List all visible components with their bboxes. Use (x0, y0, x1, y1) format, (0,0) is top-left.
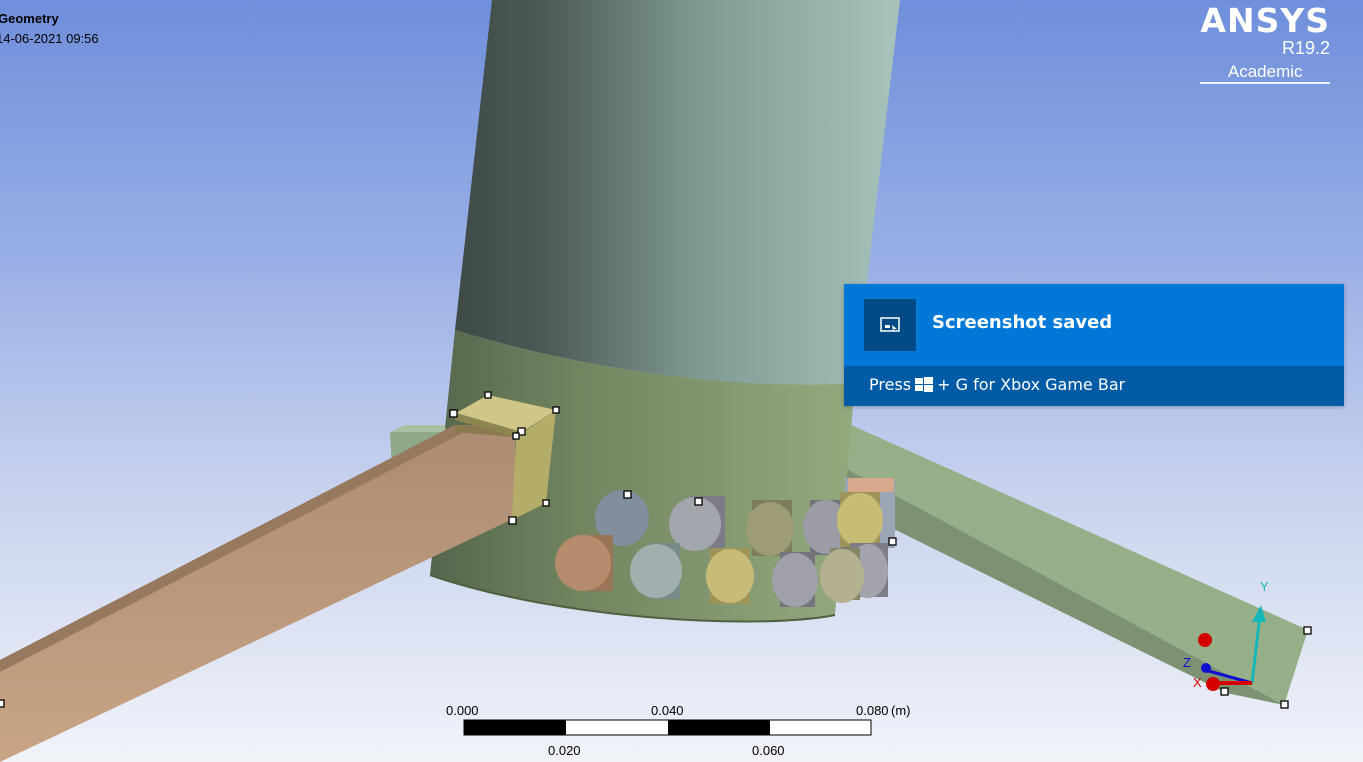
logo-edition: Academic (1200, 62, 1330, 84)
scale-label-060: 0.060 (752, 743, 785, 758)
screenshot-icon (864, 299, 916, 351)
viewport-timestamp: 14-06-2021 09:56 (0, 31, 99, 46)
toast-message-suffix: + G for Xbox Game Bar (937, 375, 1126, 394)
triad-x-label: X (1193, 675, 1202, 690)
ansys-logo: ANSYS R19.2 Academic (1200, 2, 1330, 84)
triad-z-label: Z (1183, 655, 1191, 670)
right-arm[interactable] (830, 420, 1308, 705)
scale-label-0: 0.000 (446, 703, 479, 718)
screenshot-toast[interactable]: Screenshot saved Press + G for Xbox Game… (844, 284, 1344, 406)
pin-cluster[interactable] (555, 478, 895, 607)
windows-key-icon (915, 376, 934, 392)
viewport-title: Geometry (0, 11, 59, 26)
scale-label-040: 0.040 (651, 703, 684, 718)
toast-message-prefix: Press (869, 375, 912, 394)
toast-title: Screenshot saved (932, 312, 1113, 333)
scale-label-080: 0.080 (856, 703, 889, 718)
logo-brand: ANSYS (1200, 1, 1330, 40)
scale-label-020: 0.020 (548, 743, 581, 758)
toast-footer: Press + G for Xbox Game Bar (844, 366, 1344, 406)
logo-version: R19.2 (1281, 38, 1330, 58)
square-beam[interactable] (0, 425, 515, 762)
triad-y-label: Y (1260, 579, 1269, 594)
viewport-info: Geometry 14-06-2021 09:56 (0, 9, 99, 49)
scale-unit: (m) (891, 703, 911, 718)
toast-message: Press + G for Xbox Game Bar (869, 375, 1125, 394)
